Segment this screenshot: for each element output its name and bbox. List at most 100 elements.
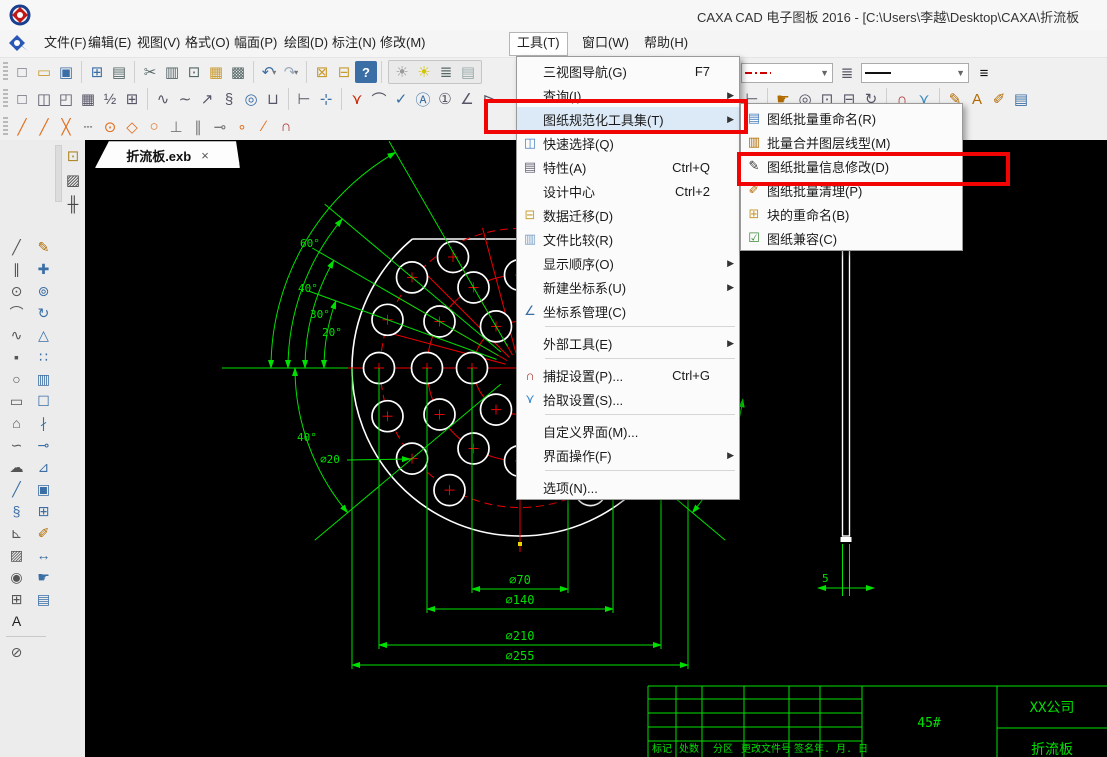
zoom-circle-button[interactable]: ◎ bbox=[240, 88, 262, 110]
dropdown-chevron-icon[interactable]: ▾ bbox=[294, 68, 298, 77]
tools-menu-item-8[interactable]: 显示顺序(O)▶ bbox=[517, 251, 739, 275]
dash-snap-button[interactable]: ┄ bbox=[77, 116, 99, 138]
tools-menu-item-3[interactable]: ◫快速选择(Q) bbox=[517, 131, 739, 155]
arc-tool[interactable]: ⌒ bbox=[3, 302, 30, 324]
tools-menu-item-18[interactable]: 界面操作(F)▶ bbox=[517, 443, 739, 467]
dim-arrows-tool[interactable]: ↔ bbox=[30, 544, 57, 566]
stretch-tool[interactable]: ☐ bbox=[30, 390, 57, 412]
linear-dim-button[interactable]: ⊢ bbox=[293, 88, 315, 110]
intersection-snap-button[interactable]: ╳ bbox=[55, 116, 77, 138]
extend-tool[interactable]: ⊸ bbox=[30, 434, 57, 456]
open-file-button[interactable]: ▭ bbox=[33, 61, 55, 83]
circle-tool[interactable]: ⊙ bbox=[3, 280, 30, 302]
tools-menu-item-7[interactable]: ▥文件比较(R) bbox=[517, 227, 739, 251]
tangent-snap-button[interactable]: ○ bbox=[143, 116, 165, 138]
submenu-item-0[interactable]: ▤图纸批量重命名(R) bbox=[741, 106, 962, 130]
leader-button[interactable]: ⋎ bbox=[346, 88, 368, 110]
coordinate-dim-button[interactable]: ⊹ bbox=[315, 88, 337, 110]
move-tool[interactable]: ✚ bbox=[30, 258, 57, 280]
layer-stack-button[interactable]: ≣ bbox=[435, 61, 457, 83]
text-pole-button[interactable]: Ⓐ bbox=[412, 88, 434, 110]
clipboard-tool[interactable]: ▣ bbox=[30, 478, 57, 500]
purge-button[interactable]: ⊠ bbox=[311, 61, 333, 83]
toolbar-grip[interactable] bbox=[3, 89, 8, 109]
lamp-on-button[interactable]: ☀ bbox=[413, 61, 435, 83]
spline-pencil-tool[interactable]: ✎ bbox=[30, 236, 57, 258]
tools-menu-item-15[interactable]: ⋎拾取设置(S)... bbox=[517, 387, 739, 411]
rotate-tool[interactable]: ↻ bbox=[30, 302, 57, 324]
hand-edit-tool[interactable]: ☛ bbox=[30, 566, 57, 588]
tools-menu-item-6[interactable]: ⊟数据迁移(D) bbox=[517, 203, 739, 227]
tools-menu-item-17[interactable]: 自定义界面(M)... bbox=[517, 419, 739, 443]
node-brush-button[interactable]: ✐ bbox=[988, 88, 1010, 110]
text-tool[interactable]: A bbox=[3, 610, 30, 632]
endpoint-snap-button[interactable]: ╱ bbox=[11, 116, 33, 138]
rectangle-tool[interactable]: ▭ bbox=[3, 390, 30, 412]
chevron-down-icon[interactable]: ▼ bbox=[956, 68, 965, 78]
submenu-item-5[interactable]: ☑图纸兼容(C) bbox=[741, 226, 962, 250]
paste-special-button[interactable]: ▩ bbox=[227, 61, 249, 83]
tools-menu-item-4[interactable]: ▤特性(A)Ctrl+Q bbox=[517, 155, 739, 179]
fence-mini-button[interactable]: ╫ bbox=[62, 193, 84, 215]
print-ghost-button[interactable]: ▤ bbox=[457, 61, 479, 83]
toolbar-drag-handle[interactable] bbox=[55, 145, 62, 202]
tab-close-icon[interactable]: × bbox=[201, 148, 209, 163]
sketch-tool[interactable]: ╱ bbox=[3, 478, 30, 500]
quadrant-snap-button[interactable]: ◇ bbox=[121, 116, 143, 138]
redo-button[interactable]: ↷▾ bbox=[280, 61, 302, 83]
table-text-button[interactable]: ⊞ bbox=[121, 88, 143, 110]
save-as-button[interactable]: ⊞ bbox=[86, 61, 108, 83]
tools-menu-item-5[interactable]: 设计中心Ctrl+2 bbox=[517, 179, 739, 203]
submenu-item-4[interactable]: ⊞块的重命名(B) bbox=[741, 202, 962, 226]
overlap-tool[interactable]: ▥ bbox=[30, 368, 57, 390]
module-button[interactable]: ⊟ bbox=[333, 61, 355, 83]
dim-pencil-tool[interactable]: ✐ bbox=[30, 522, 57, 544]
cloud-tool[interactable]: ☁ bbox=[3, 456, 30, 478]
perpendicular-snap-button[interactable]: ⊥ bbox=[165, 116, 187, 138]
line-style-combo[interactable]: ▼ bbox=[861, 63, 969, 83]
copy-tool[interactable]: ⊚ bbox=[30, 280, 57, 302]
shape-group-button[interactable]: § bbox=[218, 88, 240, 110]
box3d-tool[interactable]: ⊞ bbox=[30, 500, 57, 522]
tools-menu-item-20[interactable]: 选项(N)... bbox=[517, 475, 739, 499]
parallel-snap-button[interactable]: ∥ bbox=[187, 116, 209, 138]
tools-menu-item-14[interactable]: ∩捕捉设置(P)...Ctrl+G bbox=[517, 363, 739, 387]
line-width-button[interactable]: ≡ bbox=[973, 62, 995, 84]
wave-line-button[interactable]: ∿ bbox=[152, 88, 174, 110]
submenu-item-1[interactable]: ▥批量合并图层线型(M) bbox=[741, 130, 962, 154]
menubar-item-10[interactable]: 帮助(H) bbox=[637, 32, 695, 54]
frame-part-button[interactable]: ◰ bbox=[55, 88, 77, 110]
tools-menu-item-10[interactable]: ∠坐标系管理(C) bbox=[517, 299, 739, 323]
angle-dim-button[interactable]: ∠ bbox=[456, 88, 478, 110]
paste-button[interactable]: ▦ bbox=[205, 61, 227, 83]
arc-text-button[interactable]: ⌒ bbox=[368, 88, 390, 110]
slope-snap-button[interactable]: ∕ bbox=[253, 116, 275, 138]
undo-button[interactable]: ↶▾ bbox=[258, 61, 280, 83]
chamfer-tool[interactable]: ⊿ bbox=[30, 456, 57, 478]
half-scale-button[interactable]: ½ bbox=[99, 88, 121, 110]
doc-edit-button[interactable]: ▤ bbox=[1010, 88, 1032, 110]
text-pencil-button[interactable]: A bbox=[966, 88, 988, 110]
mirror-tool[interactable]: △ bbox=[30, 324, 57, 346]
midpoint-snap-button[interactable]: ╱ bbox=[33, 116, 55, 138]
layer-lines-button[interactable]: ≣ bbox=[836, 62, 858, 84]
center-snap-button[interactable]: ⊙ bbox=[99, 116, 121, 138]
cut-button[interactable]: ✂ bbox=[139, 61, 161, 83]
help-button[interactable]: ? bbox=[355, 61, 377, 83]
parallel-line-tool[interactable]: ∥ bbox=[3, 258, 30, 280]
tools-menu-item-0[interactable]: 三视图导航(G)F7 bbox=[517, 59, 739, 83]
save-file-button[interactable]: ▣ bbox=[55, 61, 77, 83]
frame-select-button[interactable]: □ bbox=[11, 88, 33, 110]
tag-tool[interactable]: ◉ bbox=[3, 566, 30, 588]
tools-menu-item-12[interactable]: 外部工具(E)▶ bbox=[517, 331, 739, 355]
line-tool[interactable]: ╱ bbox=[3, 236, 30, 258]
zigzag-line-button[interactable]: ∼ bbox=[174, 88, 196, 110]
toolbar-grip[interactable] bbox=[3, 62, 8, 82]
query-tool[interactable]: ⊘ bbox=[3, 641, 30, 663]
no-magnet-snap-button[interactable]: ∩ bbox=[275, 116, 297, 138]
hatch-tool[interactable]: ▨ bbox=[3, 544, 30, 566]
menubar-item-9[interactable]: 窗口(W) bbox=[575, 32, 636, 54]
axis-tool[interactable]: ⊾ bbox=[3, 522, 30, 544]
line-color-combo[interactable]: ▼ bbox=[741, 63, 833, 83]
node-snap-button[interactable]: ∘ bbox=[231, 116, 253, 138]
